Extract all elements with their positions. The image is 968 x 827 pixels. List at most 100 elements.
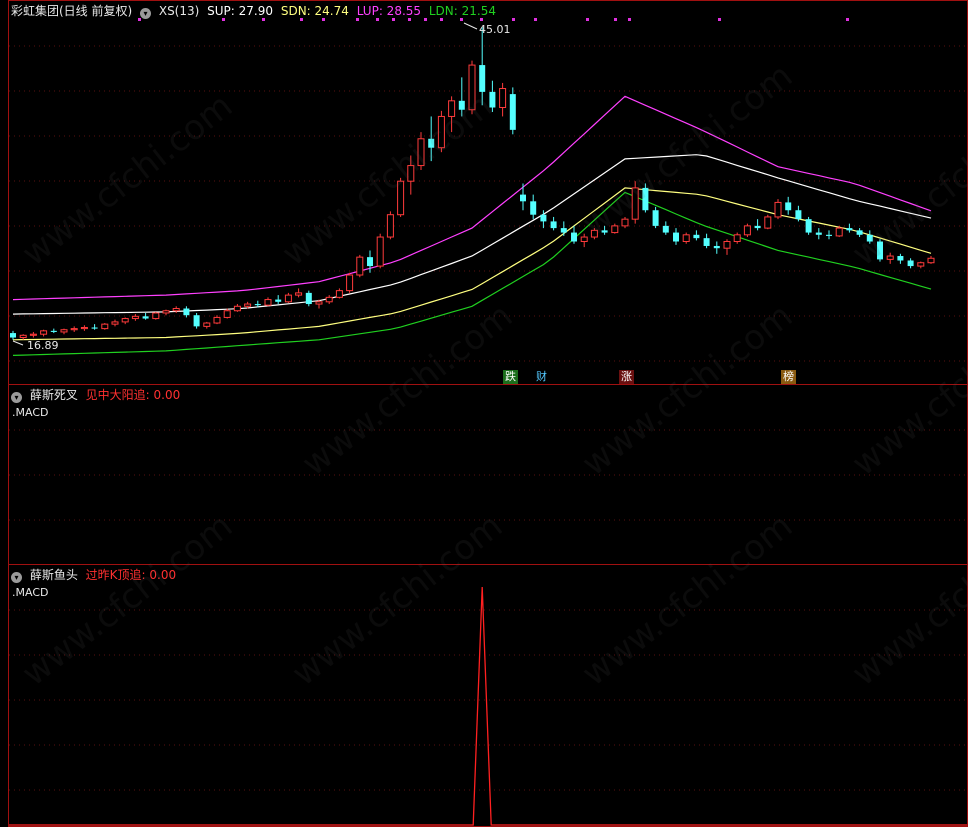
candle-body-up bbox=[264, 299, 272, 306]
candle-body-down bbox=[877, 241, 883, 260]
candle-body-down bbox=[254, 304, 261, 306]
signal-dot bbox=[718, 18, 721, 21]
ldn-line bbox=[12, 191, 932, 356]
candle-body-down bbox=[642, 187, 649, 211]
candle-body-down bbox=[10, 333, 16, 338]
event-tag-zhang[interactable]: 涨 bbox=[619, 370, 634, 384]
candle-body-up bbox=[325, 296, 333, 303]
candle-body-up bbox=[621, 218, 629, 227]
candle-body-up bbox=[60, 329, 68, 333]
low-pointer bbox=[12, 340, 24, 346]
candle-body-up bbox=[172, 308, 180, 312]
candle-body-up bbox=[295, 292, 303, 296]
candle-body-up bbox=[917, 262, 925, 267]
signal-dot bbox=[846, 18, 849, 21]
candle-body-up bbox=[131, 315, 139, 320]
indicator-name: XS(13) bbox=[158, 4, 200, 18]
candle-body-down bbox=[693, 234, 700, 239]
candle-body-up bbox=[927, 257, 935, 264]
candle-body-up bbox=[335, 290, 343, 298]
panel3-macd-label: .MACD bbox=[12, 586, 49, 599]
candle-body-up bbox=[590, 229, 598, 238]
panel3-header: ▾ 薛斯鱼头 过昨K顶追: 0.00 bbox=[11, 568, 180, 583]
candle-body-up bbox=[70, 328, 78, 331]
candle-body-down bbox=[520, 194, 526, 202]
panel2-macd-label: .MACD bbox=[12, 406, 49, 419]
panel2-toggle-icon[interactable]: ▾ bbox=[11, 392, 22, 403]
stock-title: 彩虹集团(日线 前复权) bbox=[11, 4, 133, 18]
candle-body-up bbox=[213, 316, 221, 324]
candle-body-down bbox=[601, 230, 608, 233]
candle-body-down bbox=[142, 316, 149, 319]
panel2-header: ▾ 薛斯死叉 见中大阳追: 0.00 bbox=[11, 388, 184, 403]
candle-body-up bbox=[437, 115, 445, 149]
candle-body-up bbox=[315, 301, 323, 305]
candle-body-up bbox=[111, 321, 119, 325]
sdn-line bbox=[12, 187, 932, 341]
signal-dot bbox=[512, 18, 515, 21]
sdn-value: SDN: 24.74 bbox=[280, 4, 349, 18]
xuesi-yutou-chart bbox=[9, 586, 967, 826]
high-price-label: 45.01 bbox=[479, 23, 511, 36]
candle-body-up bbox=[774, 201, 782, 218]
lup-value: LUP: 28.55 bbox=[356, 4, 422, 18]
candle-body-down bbox=[540, 214, 547, 222]
event-tag-bang[interactable]: 榜 bbox=[781, 370, 796, 384]
candle-body-down bbox=[479, 65, 486, 92]
candle-body-up bbox=[468, 64, 476, 111]
candle-body-up bbox=[682, 234, 690, 243]
xuesi-sicha-chart bbox=[9, 429, 967, 521]
candle-body-up bbox=[723, 241, 731, 249]
candle-body-down bbox=[367, 257, 373, 267]
candle-body-down bbox=[50, 330, 57, 332]
candle-body-up bbox=[80, 326, 88, 330]
candle-body-down bbox=[550, 221, 557, 229]
candle-body-down bbox=[826, 234, 832, 236]
candle-body-up bbox=[356, 256, 364, 276]
candle-body-down bbox=[509, 94, 516, 130]
yutou-signal-line bbox=[9, 586, 967, 826]
main-chart-panel[interactable]: 彩虹集团(日线 前复权) ▾ XS(13) SUP: 27.90 SDN: 24… bbox=[8, 0, 968, 385]
ldn-value: LDN: 21.54 bbox=[428, 4, 496, 18]
candle-body-up bbox=[835, 227, 843, 237]
candle-body-up bbox=[101, 323, 109, 330]
signal-dot bbox=[586, 18, 589, 21]
xuesi-sicha-panel[interactable]: ▾ 薛斯死叉 见中大阳追: 0.00 .MACD bbox=[8, 384, 968, 565]
candle-body-up bbox=[40, 330, 48, 335]
candle-body-down bbox=[856, 230, 863, 235]
candle-body-down bbox=[713, 245, 720, 249]
candle-body-up bbox=[284, 294, 292, 303]
candle-body-down bbox=[652, 210, 659, 226]
panel3-toggle-icon[interactable]: ▾ bbox=[11, 572, 22, 583]
candle-body-up bbox=[121, 318, 129, 323]
candlestick-chart[interactable] bbox=[9, 1, 968, 385]
candle-body-up bbox=[376, 236, 384, 267]
candle-body-up bbox=[417, 138, 425, 167]
candle-body-down bbox=[305, 292, 312, 305]
panel3-signal: 过昨K顶追: 0.00 bbox=[85, 568, 177, 582]
signal-dot bbox=[614, 18, 617, 21]
candle-body-down bbox=[530, 201, 537, 215]
event-tag-die[interactable]: 跌 bbox=[503, 370, 518, 384]
candle-body-down bbox=[428, 138, 435, 148]
candle-body-up bbox=[203, 322, 211, 327]
candle-body-up bbox=[733, 234, 741, 243]
panel3-name: 薛斯鱼头 bbox=[29, 568, 78, 582]
candle-body-down bbox=[866, 234, 873, 242]
indicator-toggle-icon[interactable]: ▾ bbox=[140, 8, 152, 19]
xuesi-yutou-panel[interactable]: ▾ 薛斯鱼头 过昨K顶追: 0.00 .MACD bbox=[8, 564, 968, 827]
candle-body-up bbox=[346, 274, 354, 292]
candle-body-up bbox=[631, 187, 639, 220]
candle-body-down bbox=[795, 210, 802, 220]
event-tag-cai[interactable]: 财 bbox=[534, 370, 549, 384]
candle-body-up bbox=[580, 236, 588, 243]
candle-body-up bbox=[743, 225, 751, 236]
candle-body-down bbox=[907, 260, 914, 267]
candle-body-down bbox=[91, 327, 98, 329]
candle-body-up bbox=[611, 225, 619, 234]
sup-value: SUP: 27.90 bbox=[207, 4, 274, 18]
signal-dot bbox=[534, 18, 537, 21]
candle-body-up bbox=[397, 180, 405, 216]
candle-body-up bbox=[407, 165, 415, 182]
candle-body-down bbox=[275, 299, 282, 302]
